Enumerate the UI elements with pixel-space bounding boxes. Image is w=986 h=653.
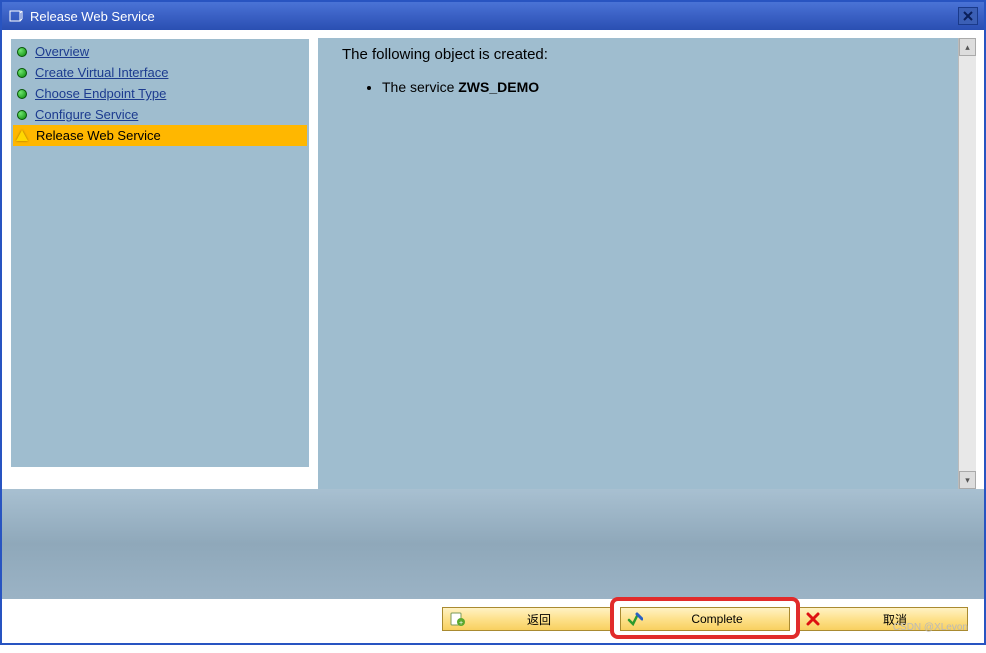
status-done-icon	[17, 110, 27, 120]
cancel-icon	[805, 611, 821, 627]
detail-panel: The following object is created: The ser…	[318, 38, 976, 489]
status-current-icon	[16, 130, 28, 141]
button-bar: + 返回 Complete	[10, 599, 976, 635]
window-icon	[8, 8, 24, 24]
sidebar-item-release-web-service[interactable]: Release Web Service	[13, 125, 307, 146]
complete-icon	[627, 611, 643, 627]
lower-background	[2, 489, 984, 599]
button-label: Complete	[651, 612, 783, 626]
window-title: Release Web Service	[30, 9, 958, 24]
created-objects-list: The service ZWS_DEMO	[382, 79, 952, 95]
main-row: Overview Create Virtual Interface Choose…	[10, 38, 976, 489]
sidebar-item-overview[interactable]: Overview	[13, 41, 307, 62]
status-done-icon	[17, 68, 27, 78]
sidebar-item-label: Release Web Service	[36, 128, 161, 143]
scroll-up-button[interactable]: ▴	[959, 38, 976, 56]
sidebar-item-label[interactable]: Overview	[35, 44, 89, 59]
sidebar-item-label[interactable]: Create Virtual Interface	[35, 65, 168, 80]
sidebar-item-configure-service[interactable]: Configure Service	[13, 104, 307, 125]
svg-text:+: +	[459, 620, 463, 627]
list-item: The service ZWS_DEMO	[382, 79, 952, 95]
status-done-icon	[17, 47, 27, 57]
close-button[interactable]	[958, 7, 978, 25]
scroll-down-button[interactable]: ▾	[959, 471, 976, 489]
button-label: 返回	[473, 611, 605, 628]
service-prefix: The service	[382, 79, 458, 95]
vertical-scrollbar[interactable]: ▴ ▾	[958, 38, 976, 489]
sidebar-item-label[interactable]: Choose Endpoint Type	[35, 86, 166, 101]
sidebar-item-create-virtual-interface[interactable]: Create Virtual Interface	[13, 62, 307, 83]
scroll-track[interactable]	[959, 56, 976, 471]
back-button[interactable]: + 返回	[442, 607, 612, 631]
dialog-window: Release Web Service Overview Create Virt…	[0, 0, 986, 645]
close-icon	[963, 11, 973, 21]
sidebar-item-label[interactable]: Configure Service	[35, 107, 138, 122]
content-wrapper: Overview Create Virtual Interface Choose…	[2, 30, 984, 643]
detail-heading: The following object is created:	[342, 46, 952, 63]
status-done-icon	[17, 89, 27, 99]
complete-button[interactable]: Complete	[620, 607, 790, 631]
button-label: 取消	[829, 611, 961, 628]
chevron-down-icon: ▾	[965, 475, 970, 486]
cancel-button[interactable]: 取消	[798, 607, 968, 631]
chevron-up-icon: ▴	[965, 42, 970, 53]
sidebar-item-choose-endpoint-type[interactable]: Choose Endpoint Type	[13, 83, 307, 104]
back-icon: +	[449, 611, 465, 627]
titlebar: Release Web Service	[2, 2, 984, 30]
service-name: ZWS_DEMO	[458, 79, 539, 95]
wizard-steps-sidebar: Overview Create Virtual Interface Choose…	[10, 38, 310, 468]
